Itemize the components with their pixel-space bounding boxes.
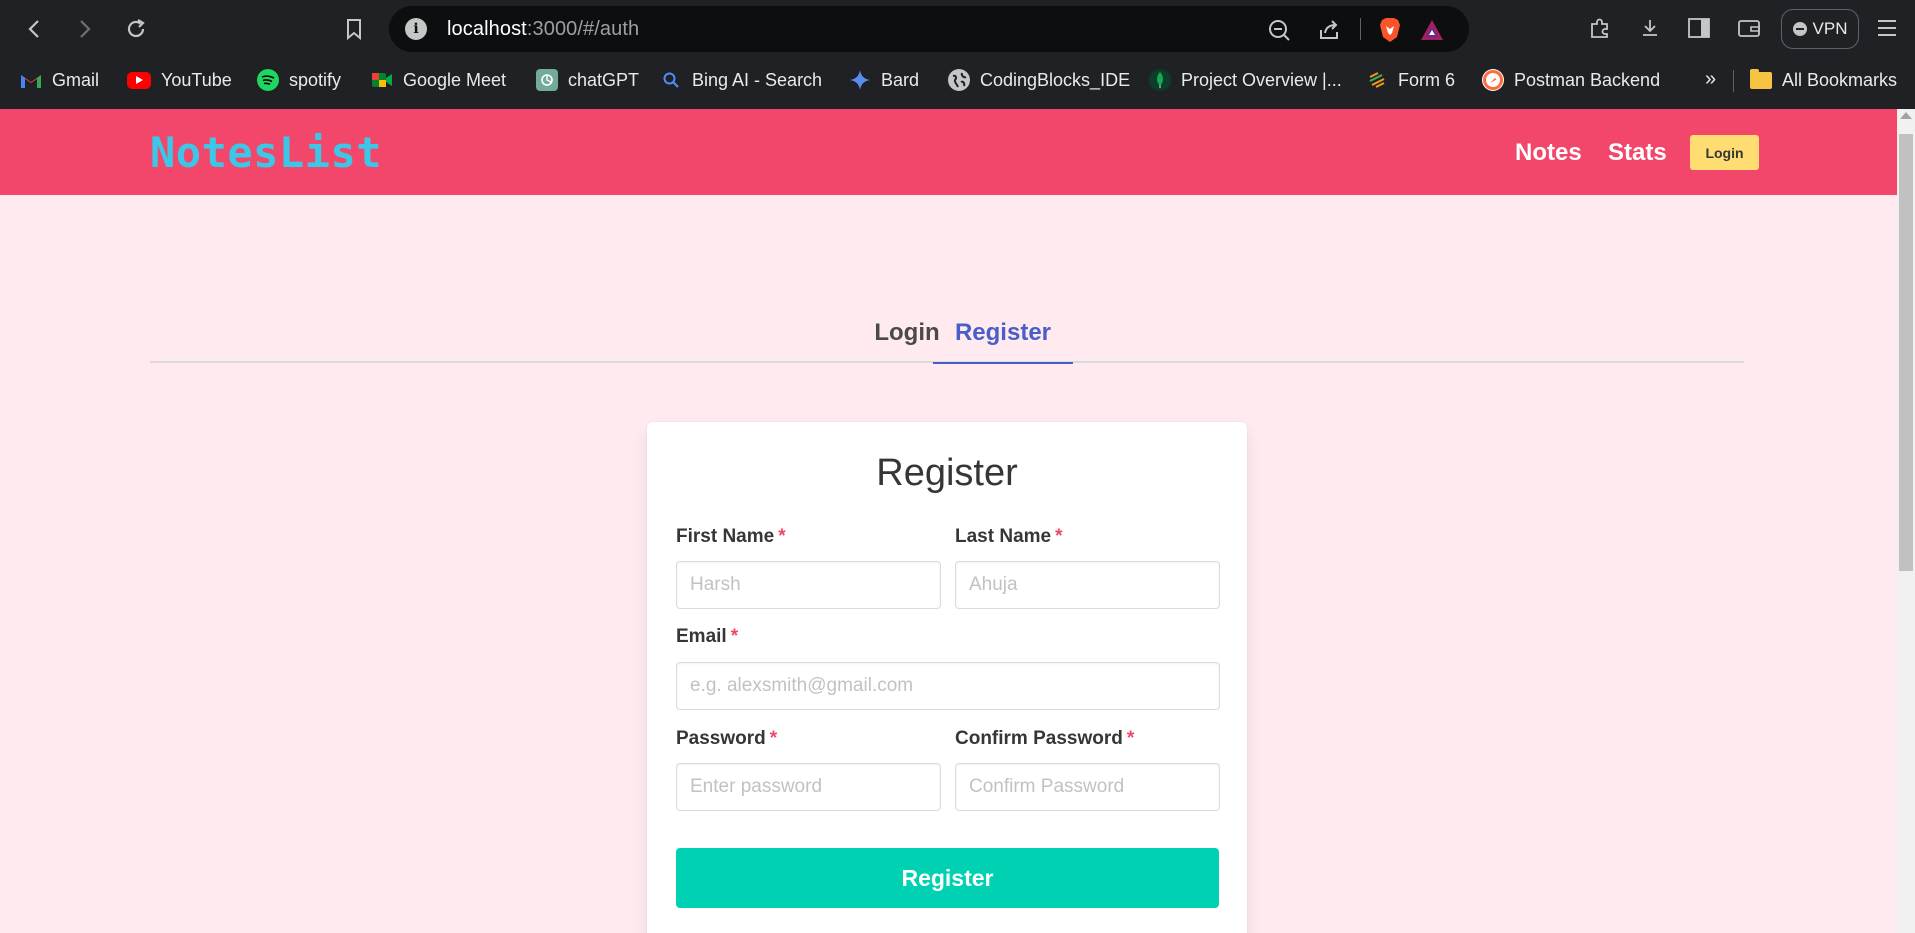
extensions-icon[interactable] — [1586, 14, 1614, 42]
required-mark: * — [730, 626, 739, 647]
bookmark-label: Bing AI - Search — [692, 69, 823, 90]
password-input[interactable] — [676, 763, 941, 811]
confirm-password-input[interactable] — [955, 763, 1220, 811]
browser-toolbar: i localhost:3000/#/auth VPN — [0, 0, 1915, 58]
bookmark-label: Project Overview |... — [1181, 69, 1342, 90]
bard-icon — [849, 69, 871, 91]
vpn-label: VPN — [1812, 19, 1848, 38]
app-logo[interactable]: NotesList — [150, 128, 382, 177]
bookmark-label: chatGPT — [568, 69, 640, 90]
bookmark-codingblocks[interactable]: CodingBlocks_IDE — [948, 67, 1130, 93]
brave-rewards-icon[interactable] — [1419, 17, 1445, 43]
bookmark-label: spotify — [289, 69, 342, 90]
register-submit-button[interactable]: Register — [676, 848, 1219, 908]
bookmark-google-meet[interactable]: Google Meet — [371, 67, 506, 93]
youtube-icon — [127, 71, 151, 89]
required-mark: * — [778, 526, 786, 547]
required-mark: * — [1055, 526, 1063, 547]
forward-button[interactable] — [67, 12, 101, 46]
scrollbar-thumb[interactable] — [1899, 134, 1913, 571]
register-form-card: Register First Name* Last Name* Email* P… — [647, 422, 1247, 933]
first-name-input[interactable] — [676, 561, 941, 609]
last-name-input[interactable] — [955, 561, 1220, 609]
postman-icon — [1482, 69, 1504, 91]
bookmark-bing-ai[interactable]: Bing AI - Search — [660, 67, 822, 93]
nav-notes-link[interactable]: Notes — [1515, 139, 1582, 167]
url-path: :3000/#/auth — [526, 18, 640, 40]
zoom-out-icon[interactable] — [1266, 17, 1292, 43]
nav-stats-link[interactable]: Stats — [1608, 139, 1667, 167]
bookmark-project-overview[interactable]: Project Overview |... — [1149, 67, 1342, 93]
all-bookmarks-label: All Bookmarks — [1782, 69, 1898, 90]
confirm-password-label: Confirm Password * — [955, 728, 1135, 749]
reload-icon — [127, 19, 145, 38]
arrow-left-icon — [28, 20, 39, 38]
password-label: Password * — [676, 728, 778, 749]
folder-icon — [1750, 68, 1772, 89]
tab-register[interactable]: Register — [933, 309, 1073, 364]
bookmark-bard[interactable]: Bard — [849, 67, 919, 93]
email-input[interactable] — [676, 662, 1220, 710]
download-icon[interactable] — [1636, 14, 1664, 42]
bookmark-spotify[interactable]: spotify — [257, 67, 341, 93]
email-label: Email * — [676, 626, 739, 647]
reload-button[interactable] — [119, 12, 153, 46]
vpn-button[interactable]: VPN — [1781, 9, 1859, 49]
vpn-status-icon — [1792, 22, 1807, 36]
bookmark-label: Bard — [881, 69, 920, 90]
bookmark-label: YouTube — [161, 69, 232, 90]
urlbar-divider — [1360, 18, 1361, 40]
sidebar-toggle-icon[interactable] — [1685, 14, 1713, 42]
search-icon — [660, 69, 682, 91]
site-info-icon[interactable]: i — [405, 18, 427, 40]
arrow-right-icon — [80, 20, 91, 38]
all-bookmarks-button[interactable]: All Bookmarks — [1750, 67, 1897, 93]
form-title: Register — [876, 452, 1018, 494]
bookmark-chatgpt[interactable]: chatGPT — [536, 67, 639, 93]
bookmark-label: CodingBlocks_IDE — [980, 69, 1131, 90]
chatgpt-icon — [536, 69, 558, 91]
address-bar[interactable]: i localhost:3000/#/auth — [389, 6, 1469, 52]
spotify-icon — [257, 69, 279, 91]
more-bookmarks-button[interactable]: » — [1705, 68, 1716, 91]
bookmark-label: Google Meet — [403, 69, 507, 90]
bookmark-label: Postman Backend — [1514, 69, 1661, 90]
auth-tabs: Login Register — [150, 309, 1744, 364]
globe-icon — [948, 69, 970, 91]
bookmark-youtube[interactable]: YouTube — [127, 67, 232, 93]
url-host: localhost — [447, 18, 527, 40]
browser-chrome: i localhost:3000/#/auth VPN Gmail YouTub… — [0, 0, 1915, 109]
app-navbar: NotesList Notes Stats Login — [0, 109, 1897, 195]
scroll-up-icon[interactable] — [1900, 112, 1912, 119]
bookmarks-bar: Gmail YouTube spotify Google Meet chatGP… — [0, 62, 1915, 98]
first-name-label: First Name * — [676, 526, 786, 547]
share-icon[interactable] — [1316, 17, 1342, 43]
url-text[interactable]: localhost:3000/#/auth — [447, 18, 639, 41]
brave-shields-icon[interactable] — [1377, 17, 1403, 43]
required-mark: * — [769, 728, 778, 749]
gmail-icon — [20, 69, 42, 91]
last-name-label: Last Name * — [955, 526, 1063, 547]
bookmark-page-button[interactable] — [337, 12, 371, 46]
bookmark-form-6[interactable]: Form 6 — [1366, 67, 1455, 93]
form-icon — [1366, 69, 1388, 91]
bookmark-gmail[interactable]: Gmail — [20, 67, 99, 93]
required-mark: * — [1126, 728, 1135, 749]
bookmarks-divider — [1733, 70, 1734, 92]
bookmark-icon — [347, 19, 361, 41]
bookmark-label: Form 6 — [1398, 69, 1456, 90]
mongodb-icon — [1149, 69, 1171, 91]
menu-icon[interactable] — [1873, 14, 1901, 42]
navbar-login-button[interactable]: Login — [1690, 135, 1759, 170]
wallet-icon[interactable] — [1735, 14, 1763, 42]
back-button[interactable] — [18, 12, 52, 46]
bookmark-postman-backend[interactable]: Postman Backend — [1482, 67, 1660, 93]
google-meet-icon — [371, 69, 393, 91]
bookmark-label: Gmail — [52, 69, 100, 90]
